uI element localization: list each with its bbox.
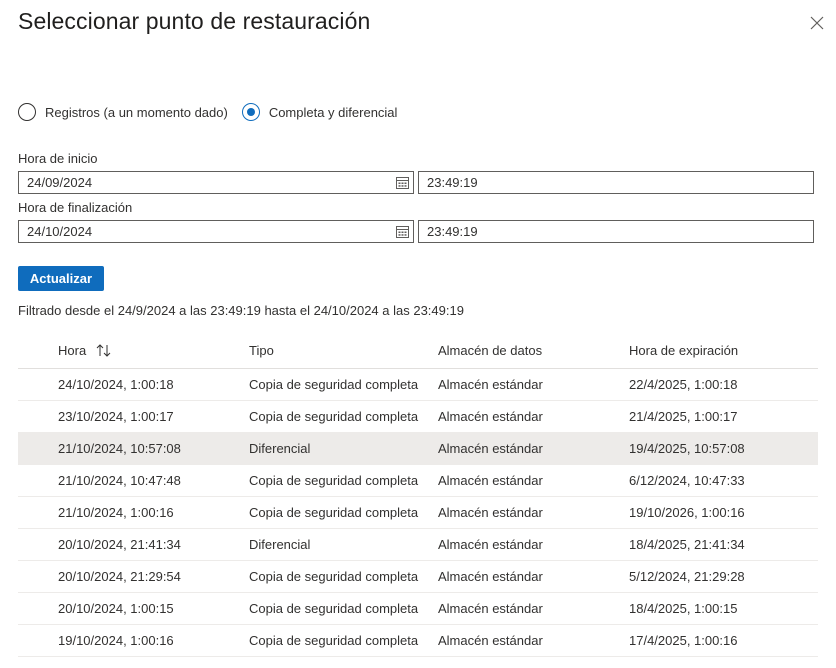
column-header-expiracion[interactable]: Hora de expiración [629, 343, 738, 358]
refresh-button[interactable]: Actualizar [18, 266, 104, 291]
cell-expiracion: 17/4/2025, 1:00:16 [629, 633, 738, 648]
end-date-value: 24/10/2024 [27, 224, 93, 239]
cell-expiracion: 21/4/2025, 1:00:17 [629, 409, 738, 424]
table-row[interactable]: 23/10/2024, 1:00:17 Copia de seguridad co… [18, 401, 818, 433]
restore-points-table: Hora Tipo Almacén de datos Hora de expir… [18, 336, 818, 657]
radio-registros[interactable]: Registros (a un momento dado) [18, 103, 228, 121]
table-row[interactable]: 19/10/2024, 1:00:16 Copia de seguridad co… [18, 625, 818, 657]
cell-hora: 20/10/2024, 21:41:34 [58, 537, 181, 552]
close-icon [810, 16, 824, 30]
filter-summary: Filtrado desde el 24/9/2024 a las 23:49:… [18, 303, 464, 318]
calendar-icon[interactable] [396, 176, 409, 189]
table-row[interactable]: 21/10/2024, 1:00:16 Copia de seguridad co… [18, 497, 818, 529]
table-row[interactable]: 20/10/2024, 21:29:54 Copia de seguridad c… [18, 561, 818, 593]
dialog-title: Seleccionar punto de restauración [18, 8, 371, 34]
table-row[interactable]: 20/10/2024, 1:00:15 Copia de seguridad co… [18, 593, 818, 625]
column-header-tipo[interactable]: Tipo [249, 343, 274, 358]
cell-almacen: Almacén estándar [438, 473, 543, 488]
cell-almacen: Almacén estándar [438, 569, 543, 584]
sort-arrows-icon[interactable] [96, 344, 112, 357]
cell-tipo: Copia de seguridad completa [249, 569, 419, 584]
cell-expiracion: 19/4/2025, 10:57:08 [629, 441, 745, 456]
cell-almacen: Almacén estándar [438, 537, 543, 552]
end-date-input[interactable]: 24/10/2024 [18, 220, 414, 243]
cell-almacen: Almacén estándar [438, 601, 543, 616]
cell-expiracion: 5/12/2024, 21:29:28 [629, 569, 745, 584]
column-header-almacen[interactable]: Almacén de datos [438, 343, 542, 358]
cell-hora: 20/10/2024, 1:00:15 [58, 601, 174, 616]
cell-hora: 24/10/2024, 1:00:18 [58, 377, 174, 392]
cell-tipo: Diferencial [249, 537, 311, 552]
table-body: 24/10/2024, 1:00:18 Copia de seguridad co… [18, 369, 818, 657]
cell-almacen: Almacén estándar [438, 505, 543, 520]
radio-label-completa: Completa y diferencial [268, 104, 398, 120]
start-date-value: 24/09/2024 [27, 175, 93, 190]
radio-circle-completa[interactable] [241, 103, 260, 121]
cell-hora: 21/10/2024, 1:00:16 [58, 505, 174, 520]
column-header-hora[interactable]: Hora [58, 343, 112, 358]
cell-expiracion: 6/12/2024, 10:47:33 [629, 473, 745, 488]
table-row[interactable]: 21/10/2024, 10:47:48 Copia de seguridad c… [18, 465, 818, 497]
radio-label-registros: Registros (a un momento dado) [45, 104, 228, 120]
close-button[interactable] [806, 12, 828, 34]
start-time-label: Hora de inicio [18, 151, 98, 166]
cell-hora: 21/10/2024, 10:57:08 [58, 441, 181, 456]
end-time-input[interactable]: 23:49:19 [418, 220, 814, 243]
cell-almacen: Almacén estándar [438, 633, 543, 648]
table-row[interactable]: 20/10/2024, 21:41:34 Diferencial Almacén e… [18, 529, 818, 561]
cell-hora: 21/10/2024, 10:47:48 [58, 473, 181, 488]
table-row[interactable]: 21/10/2024, 10:57:08 Diferencial Almacén e… [18, 433, 818, 465]
calendar-icon[interactable] [396, 225, 409, 238]
cell-tipo: Copia de seguridad completa [249, 505, 419, 520]
cell-tipo: Copia de seguridad completa [249, 601, 419, 616]
start-time-value: 23:49:19 [427, 175, 478, 190]
column-header-hora-label: Hora [58, 343, 87, 358]
cell-hora: 23/10/2024, 1:00:17 [58, 409, 174, 424]
cell-tipo: Diferencial [249, 441, 311, 456]
radio-completa-diferencial[interactable]: Completa y diferencial [241, 103, 398, 121]
cell-tipo: Copia de seguridad completa [249, 377, 419, 392]
cell-almacen: Almacén estándar [438, 377, 543, 392]
cell-tipo: Copia de seguridad completa [249, 409, 419, 424]
cell-almacen: Almacén estándar [438, 441, 543, 456]
cell-hora: 19/10/2024, 1:00:16 [58, 633, 174, 648]
restore-type-radio-group: Registros (a un momento dado) Completa y… [18, 101, 411, 123]
cell-expiracion: 18/4/2025, 1:00:15 [629, 601, 738, 616]
cell-expiracion: 18/4/2025, 21:41:34 [629, 537, 745, 552]
cell-expiracion: 19/10/2026, 1:00:16 [629, 505, 745, 520]
radio-circle-registros[interactable] [18, 103, 36, 121]
table-header: Hora Tipo Almacén de datos Hora de expir… [18, 336, 818, 369]
end-time-label: Hora de finalización [18, 200, 133, 215]
cell-tipo: Copia de seguridad completa [249, 633, 419, 648]
cell-almacen: Almacén estándar [438, 409, 543, 424]
start-time-input[interactable]: 23:49:19 [418, 171, 814, 194]
cell-hora: 20/10/2024, 21:29:54 [58, 569, 181, 584]
start-date-input[interactable]: 24/09/2024 [18, 171, 414, 194]
table-row[interactable]: 24/10/2024, 1:00:18 Copia de seguridad co… [18, 369, 818, 401]
end-time-value: 23:49:19 [427, 224, 478, 239]
cell-tipo: Copia de seguridad completa [249, 473, 419, 488]
cell-expiracion: 22/4/2025, 1:00:18 [629, 377, 738, 392]
